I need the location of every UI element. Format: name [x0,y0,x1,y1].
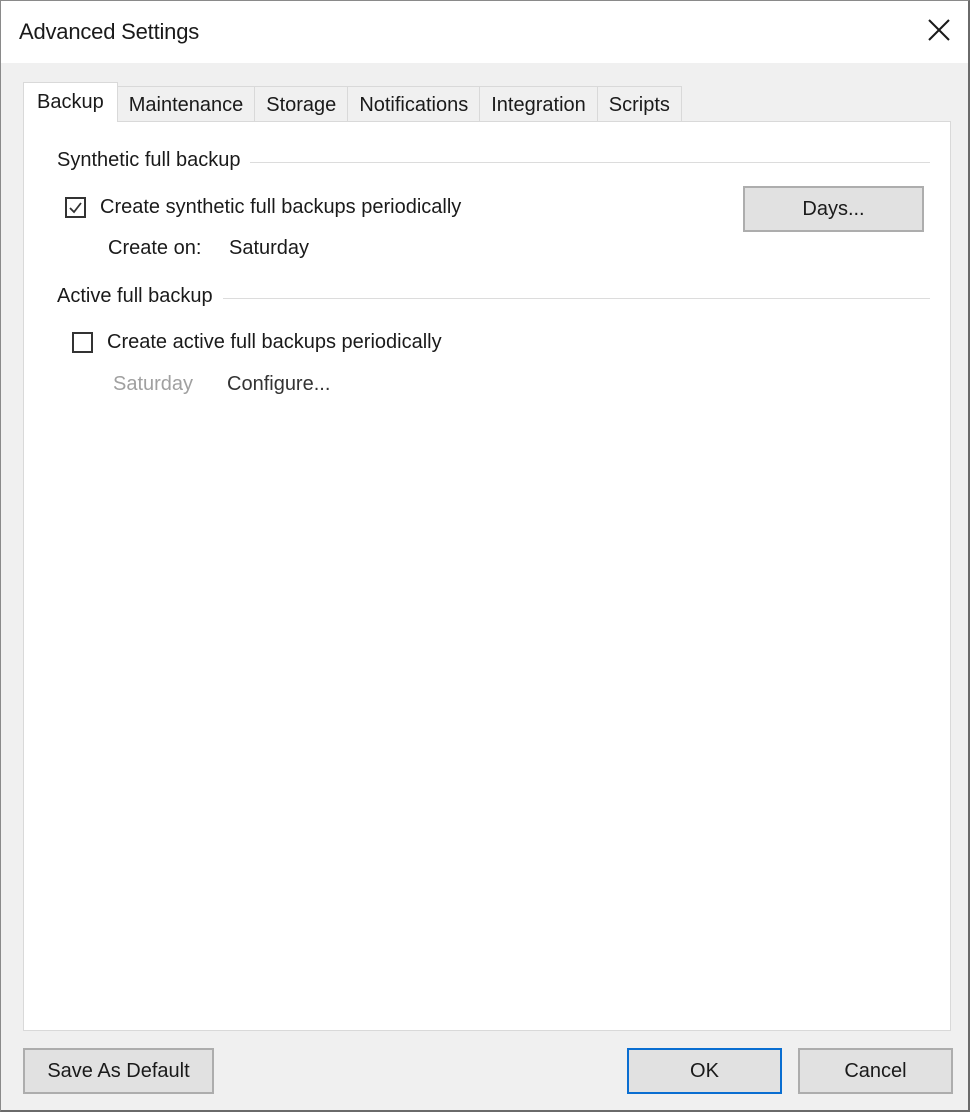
tab-notifications[interactable]: Notifications [347,86,481,122]
group-divider [222,298,930,299]
cancel-button[interactable]: Cancel [798,1048,953,1094]
group-divider [250,162,930,163]
create-on-value: Saturday [229,237,310,259]
active-full-checkbox-label: Create active full backups periodically [107,331,442,353]
active-full-backup-group: Active full backup [57,285,930,308]
advanced-settings-dialog: Advanced Settings Backup Maintenance Sto… [0,0,970,1112]
tab-backup[interactable]: Backup [23,82,118,122]
active-full-checkbox[interactable] [72,332,93,353]
create-on-label: Create on: [108,237,202,259]
active-full-schedule-value: Saturday [113,373,194,395]
close-icon [928,19,950,41]
configure-link[interactable]: Configure... [227,373,330,396]
synthetic-full-backup-group: Synthetic full backup [57,149,930,172]
tab-scripts[interactable]: Scripts [596,86,682,122]
active-full-backup-header: Active full backup [57,285,213,307]
synthetic-full-checkbox-row[interactable]: Create synthetic full backups periodical… [65,196,461,219]
dialog-title: Advanced Settings [19,19,200,44]
ok-button[interactable]: OK [627,1048,782,1094]
synthetic-full-backup-header: Synthetic full backup [57,149,241,171]
synthetic-full-checkbox[interactable] [65,197,86,218]
synthetic-full-checkbox-label: Create synthetic full backups periodical… [100,196,462,218]
title-bar: Advanced Settings [1,1,968,63]
tab-storage[interactable]: Storage [254,86,349,122]
close-button[interactable] [924,15,954,45]
checkmark-icon [69,202,82,214]
save-as-default-button[interactable]: Save As Default [23,1048,214,1094]
days-button[interactable]: Days... [743,186,924,232]
active-full-checkbox-row[interactable]: Create active full backups periodically [72,331,442,354]
tab-maintenance[interactable]: Maintenance [116,86,256,122]
tab-integration[interactable]: Integration [479,86,598,122]
tab-strip: Backup Maintenance Storage Notifications… [23,82,682,122]
backup-tab-panel: Synthetic full backup Create synthetic f… [23,121,951,1031]
